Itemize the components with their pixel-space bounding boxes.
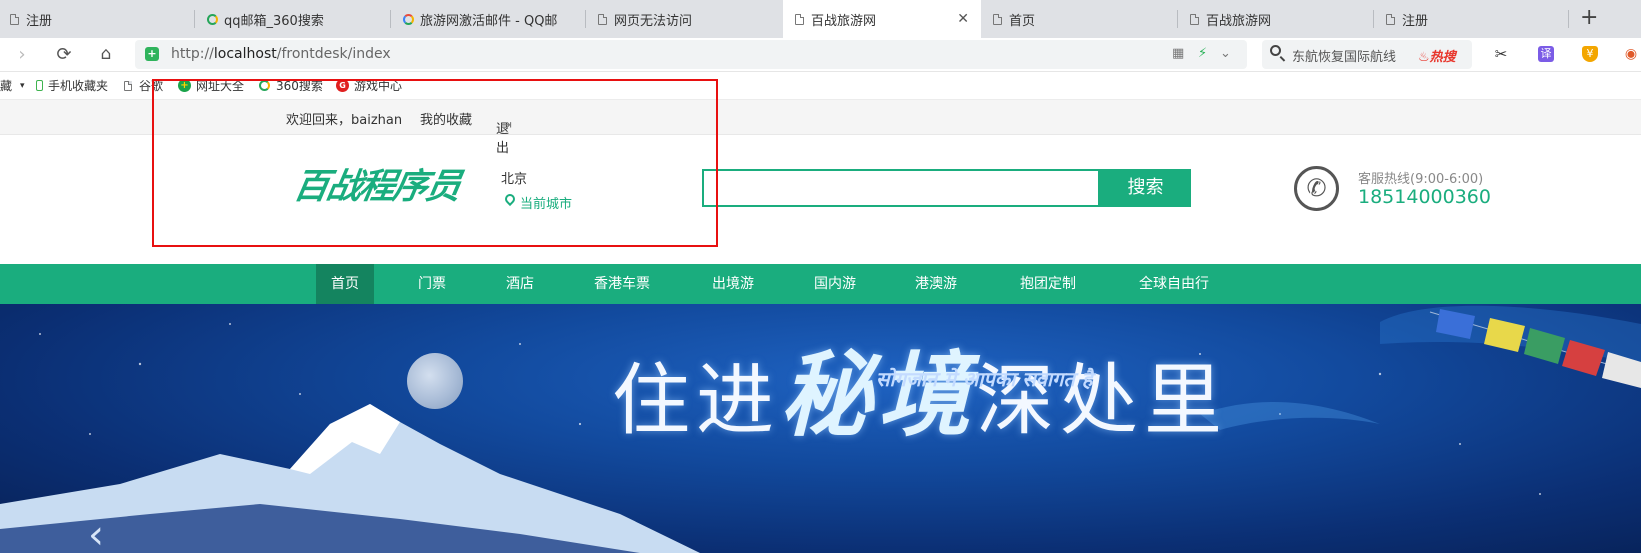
- search-icon: [1270, 45, 1281, 56]
- shield-extension-icon[interactable]: ¥: [1582, 46, 1598, 62]
- nav-item-hk-macau-tours[interactable]: 港澳游: [908, 264, 964, 304]
- banner-title-highlight: 秘: [780, 341, 879, 449]
- tab-baizhan-travel-2[interactable]: 百战旅游网: [1178, 0, 1374, 38]
- nav-item-hotels[interactable]: 酒店: [495, 264, 545, 304]
- nav-item-hk-bus-tickets[interactable]: 香港车票: [586, 264, 658, 304]
- reload-icon[interactable]: ⟳: [52, 42, 76, 66]
- site-search-input[interactable]: [702, 169, 1100, 207]
- tab-register-2[interactable]: 注册: [1374, 0, 1569, 38]
- url-host: localhost: [213, 46, 277, 62]
- search-360-icon: [207, 13, 218, 25]
- nav-item-global-free-travel[interactable]: 全球自由行: [1130, 264, 1218, 304]
- banner-subtitle: सोगजान मे आपका सवागत है: [876, 367, 1093, 391]
- nav-item-outbound-tours[interactable]: 出境游: [705, 264, 761, 304]
- page-icon: [1190, 13, 1199, 25]
- nav-item-custom-group[interactable]: 抱团定制: [1012, 264, 1084, 304]
- tab-title: 网页无法访问: [614, 13, 693, 29]
- forward-arrow-icon[interactable]: ›: [10, 42, 34, 66]
- annotation-highlight-box: [152, 79, 718, 247]
- hot-search-label: ♨热搜: [1418, 46, 1456, 65]
- url-prefix: http://: [171, 46, 214, 62]
- translate-icon[interactable]: 译: [1538, 46, 1554, 62]
- nav-item-home[interactable]: 首页: [316, 264, 374, 304]
- site-search-button[interactable]: 搜索: [1100, 169, 1191, 207]
- secure-shield-icon: +: [145, 47, 159, 61]
- banner-title-part: 住进: [612, 356, 781, 446]
- moon: [407, 353, 463, 409]
- page-icon: [795, 13, 804, 25]
- lightning-icon[interactable]: ⚡: [1198, 46, 1207, 61]
- nav-item-domestic-tours[interactable]: 国内游: [807, 264, 863, 304]
- banner-title-highlight: 境: [878, 341, 977, 449]
- tab-baizhan-travel-active[interactable]: 百战旅游网 ✕: [783, 0, 981, 38]
- close-icon[interactable]: ✕: [957, 11, 969, 27]
- page-icon: [124, 80, 132, 91]
- phone-icon: ✆: [1294, 166, 1339, 211]
- chevron-down-icon[interactable]: ⌄: [1220, 46, 1231, 61]
- page-icon: [10, 13, 19, 25]
- phone-icon: [36, 80, 43, 91]
- tab-title: 旅游网激活邮件 - QQ邮: [420, 13, 558, 29]
- page-icon: [598, 13, 607, 25]
- browser-toolbar: › ⟳ ⌂ + http://localhost/frontdesk/index…: [0, 38, 1641, 72]
- nav-item-tickets[interactable]: 门票: [407, 264, 457, 304]
- bookmark-mobile[interactable]: 手机收藏夹: [36, 77, 108, 94]
- url-path: /frontdesk/index: [276, 46, 391, 62]
- chrome-icon: [403, 13, 414, 25]
- bookmark-favorites[interactable]: 藏 ▾: [0, 77, 25, 94]
- tab-title: 百战旅游网: [1206, 13, 1272, 29]
- bookmark-label: 手机收藏夹: [48, 79, 109, 93]
- search-hint: 东航恢复国际航线: [1292, 50, 1397, 65]
- browser-tab-strip: 注册 qq邮箱_360搜索 旅游网激活邮件 - QQ邮 网页无法访问 百战旅游网…: [0, 0, 1641, 39]
- tab-register-1[interactable]: 注册: [0, 0, 195, 38]
- tab-title: 注册: [1402, 13, 1429, 29]
- tab-qq-mail-search[interactable]: qq邮箱_360搜索: [195, 0, 391, 38]
- new-tab-plus-icon[interactable]: +: [1580, 4, 1598, 32]
- carousel-prev-arrow-icon[interactable]: ‹: [88, 515, 104, 555]
- tab-activation-mail[interactable]: 旅游网激活邮件 - QQ邮: [391, 0, 586, 38]
- address-bar[interactable]: + http://localhost/frontdesk/index ▦ ⚡ ⌄: [135, 40, 1247, 69]
- dropdown-arrow-icon: ▾: [20, 80, 25, 91]
- tab-title: qq邮箱_360搜索: [224, 13, 324, 29]
- page-icon: [993, 13, 1002, 25]
- tab-title: 首页: [1009, 13, 1036, 29]
- translate-text: 译: [1540, 47, 1552, 60]
- main-nav: 首页 门票 酒店 香港车票 出境游 国内游 港澳游 抱团定制 全球自由行: [0, 264, 1641, 304]
- hot-search-text: 热搜: [1429, 50, 1456, 65]
- hotline-label: 客服热线(9:00-6:00): [1358, 172, 1484, 187]
- scissors-icon[interactable]: ✂: [1493, 46, 1509, 62]
- fire-icon: ♨: [1418, 50, 1430, 65]
- page-icon: [1386, 13, 1395, 25]
- url-text[interactable]: http://localhost/frontdesk/index: [171, 46, 391, 62]
- tab-title: 百战旅游网: [811, 13, 877, 29]
- hotline-number: 18514000360: [1358, 186, 1491, 208]
- tab-page-unreachable[interactable]: 网页无法访问: [586, 0, 783, 38]
- home-icon[interactable]: ⌂: [94, 42, 118, 66]
- qr-code-icon[interactable]: ▦: [1172, 46, 1184, 61]
- game-controller-icon[interactable]: ◉: [1624, 46, 1638, 62]
- tab-title: 注册: [26, 13, 53, 29]
- bookmark-label: 藏: [0, 79, 13, 93]
- tab-home[interactable]: 首页: [981, 0, 1178, 38]
- browser-search-box[interactable]: 东航恢复国际航线 ♨热搜: [1262, 40, 1472, 69]
- banner-title: 住进秘境深处里: [612, 349, 1228, 441]
